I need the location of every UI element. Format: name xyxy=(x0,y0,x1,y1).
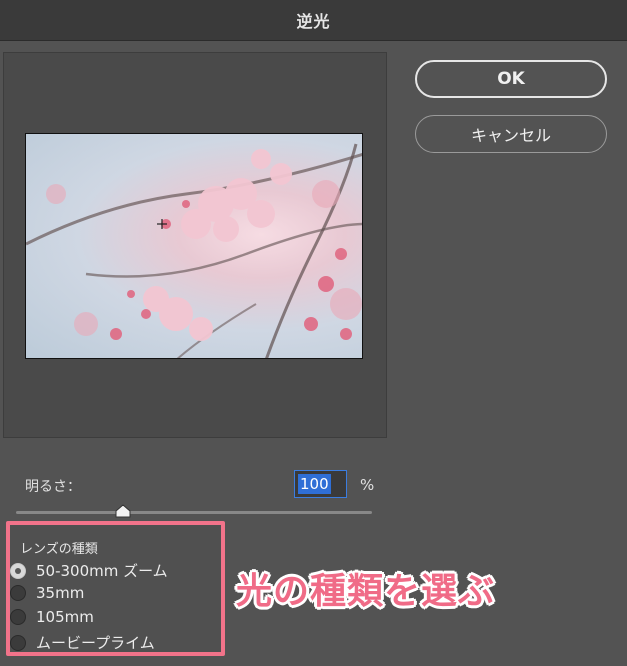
lens-option-105mm[interactable]: 105mm xyxy=(10,608,94,626)
cancel-button[interactable]: キャンセル xyxy=(415,115,607,153)
dialog-title: 逆光 xyxy=(0,0,627,41)
brightness-slider-track[interactable] xyxy=(16,511,372,514)
radio-button[interactable] xyxy=(10,609,26,625)
brightness-label: 明るさ： xyxy=(25,479,81,495)
radio-button[interactable] xyxy=(10,562,26,579)
preview-image[interactable] xyxy=(25,133,363,359)
annotation-text: 光の種類を選ぶ xyxy=(236,571,496,612)
lens-type-title: レンズの種類 xyxy=(20,542,98,557)
radio-button[interactable] xyxy=(10,585,26,601)
radio-button[interactable] xyxy=(10,634,26,651)
brightness-value: 100 xyxy=(298,474,331,494)
lens-option-movie-prime[interactable]: ムービープライム xyxy=(10,632,155,653)
cherry-blossom-photo xyxy=(26,143,362,358)
preview-area xyxy=(3,52,387,438)
brightness-input[interactable]: 100 xyxy=(294,470,347,498)
brightness-unit: % xyxy=(360,476,375,494)
lens-option-35mm[interactable]: 35mm xyxy=(10,584,84,602)
lens-option-50-300mm[interactable]: 50-300mm ズーム xyxy=(10,560,168,581)
lens-option-label: 35mm xyxy=(36,584,85,602)
lens-option-label: ムービープライム xyxy=(36,634,155,652)
lens-option-label: 105mm xyxy=(36,608,94,626)
lens-option-label: 50-300mm ズーム xyxy=(36,562,168,580)
ok-button[interactable]: OK xyxy=(415,60,607,98)
